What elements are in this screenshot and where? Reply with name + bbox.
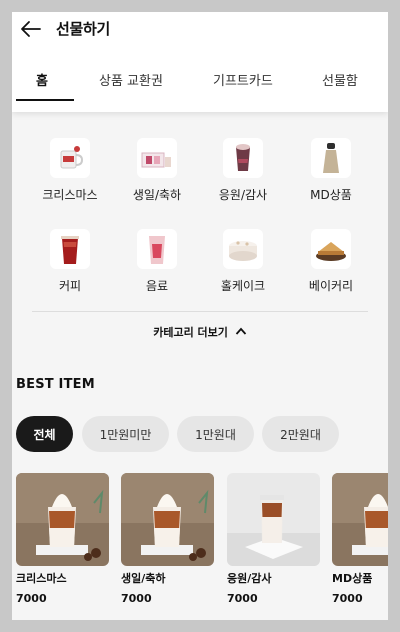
product-card[interactable]: 응원/감사 7000 (227, 473, 320, 605)
category-md[interactable]: MD상품 (286, 138, 376, 203)
christmas-mug-icon (50, 138, 90, 178)
beverage-cup-icon (137, 229, 177, 269)
tab-bar: 홈 상품 교환권 기프트카드 선물함 (12, 62, 388, 112)
chevron-up-icon (235, 327, 246, 335)
more-categories-label: 카테고리 더보기 (153, 326, 228, 339)
category-label: 베이커리 (308, 279, 354, 293)
category-christmas[interactable]: 크리스마스 (25, 138, 115, 203)
filter-chip-all[interactable]: 전체 (16, 416, 73, 452)
product-price: 7000 (332, 592, 363, 605)
coffee-cup-icon (50, 229, 90, 269)
birthday-gift-icon (137, 138, 177, 178)
product-price: 7000 (121, 592, 152, 605)
tab-product-voucher[interactable]: 상품 교환권 (99, 70, 163, 100)
tab-gift-box[interactable]: 선물함 (322, 70, 358, 100)
category-label: MD상품 (310, 188, 352, 202)
product-name: 생일/축하 (121, 572, 166, 585)
product-name: 크리스마스 (16, 572, 67, 585)
arrow-left-icon (21, 21, 41, 37)
product-name: 응원/감사 (227, 572, 272, 585)
page-title: 선물하기 (56, 20, 111, 38)
category-label: 커피 (58, 279, 82, 293)
header: 선물하기 홈 상품 교환권 기프트카드 선물함 (12, 12, 388, 112)
product-card[interactable]: 생일/축하 7000 (121, 473, 214, 605)
whole-cake-icon (223, 229, 263, 269)
category-beverage[interactable]: 음료 (112, 229, 202, 294)
filter-chip-10k[interactable]: 1만원대 (177, 416, 254, 452)
filter-chip-20k[interactable]: 2만원대 (262, 416, 339, 452)
active-tab-indicator (16, 99, 74, 101)
category-coffee[interactable]: 커피 (25, 229, 115, 294)
product-image (227, 473, 320, 566)
product-card[interactable]: MD상품 7000 (332, 473, 388, 605)
category-label: 음료 (145, 279, 169, 293)
bakery-icon (311, 229, 351, 269)
back-button[interactable] (18, 16, 44, 42)
product-name: MD상품 (332, 572, 373, 585)
product-image (332, 473, 388, 566)
best-item-title: BEST ITEM (16, 377, 95, 392)
category-label: 생일/축하 (132, 188, 182, 202)
category-birthday[interactable]: 생일/축하 (112, 138, 202, 203)
category-label: 홀케이크 (220, 279, 266, 293)
category-bakery[interactable]: 베이커리 (286, 229, 376, 294)
product-card[interactable]: 크리스마스 7000 (16, 473, 109, 605)
more-categories-button[interactable]: 카테고리 더보기 (12, 324, 388, 340)
category-cheer[interactable]: 응원/감사 (198, 138, 288, 203)
category-whole-cake[interactable]: 홀케이크 (198, 229, 288, 294)
product-price: 7000 (16, 592, 47, 605)
app-screen: 선물하기 홈 상품 교환권 기프트카드 선물함 크리스마스 생일/축하 응원/감… (12, 12, 388, 620)
filter-chip-under-10k[interactable]: 1만원미만 (82, 416, 169, 452)
product-image (121, 473, 214, 566)
category-divider (32, 311, 368, 312)
product-price: 7000 (227, 592, 258, 605)
tab-home[interactable]: 홈 (36, 70, 48, 100)
cheer-drink-icon (223, 138, 263, 178)
tumbler-icon (311, 138, 351, 178)
category-label: 크리스마스 (42, 188, 98, 202)
tab-gift-card[interactable]: 기프트카드 (213, 70, 273, 100)
category-label: 응원/감사 (218, 188, 268, 202)
product-image (16, 473, 109, 566)
